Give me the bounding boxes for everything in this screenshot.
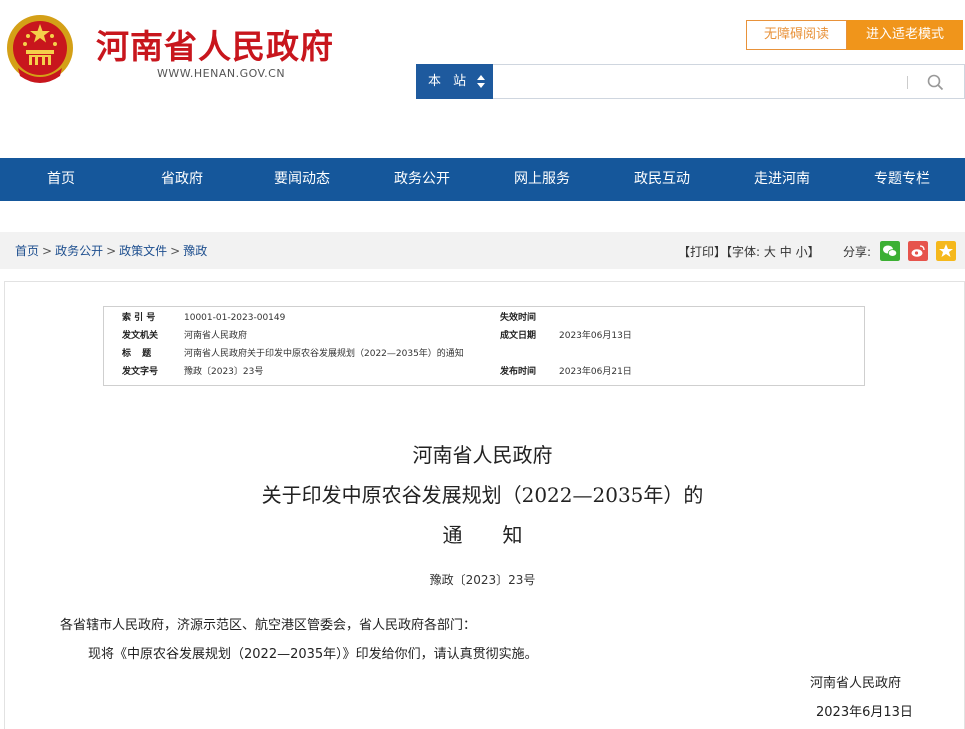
weibo-share-icon[interactable]	[908, 241, 928, 261]
breadcrumb-bar: 首页 > 政务公开 > 政策文件 > 豫政 【打印】【字体: 大 中 小】 分享:	[0, 232, 965, 269]
search-scope-select[interactable]: 本 站	[416, 64, 493, 99]
main-nav: 首页 省政府 要闻动态 政务公开 网上服务 政民互动 走进河南 专题专栏	[0, 158, 965, 201]
wechat-share-icon[interactable]	[880, 241, 900, 261]
breadcrumb: 首页 > 政务公开 > 政策文件 > 豫政	[15, 242, 207, 259]
document-metadata-table: 索 引 号 10001-01-2023-00149 失效时间 发文机关 河南省人…	[103, 306, 865, 386]
signature-date: 2023年6月13日	[816, 705, 913, 720]
favorite-star-icon[interactable]	[936, 241, 956, 261]
meta-row: 索 引 号 10001-01-2023-00149 失效时间	[104, 310, 864, 327]
font-small-button[interactable]: 小	[796, 245, 808, 259]
nav-item-interaction[interactable]: 政民互动	[602, 158, 722, 201]
nav-item-special-topics[interactable]: 专题专栏	[842, 158, 962, 201]
nav-item-province-government[interactable]: 省政府	[122, 158, 242, 201]
breadcrumb-policy-documents[interactable]: 政策文件	[119, 244, 167, 258]
search-input[interactable]	[493, 64, 965, 99]
index-number-value: 10001-01-2023-00149	[184, 313, 286, 323]
search-icon[interactable]	[927, 74, 944, 91]
expire-time-label: 失效时间	[500, 313, 537, 323]
national-emblem-icon[interactable]	[4, 12, 76, 88]
document-number: 豫政〔2023〕23号	[429, 573, 536, 587]
site-url: WWW.HENAN.GOV.CN	[157, 67, 286, 80]
site-header: 河南省人民政府 WWW.HENAN.GOV.CN 无障碍阅读 进入适老模式 本 …	[0, 0, 965, 158]
font-medium-button[interactable]: 中	[780, 245, 792, 259]
recipients-paragraph: 各省辖市人民政府，济源示范区、航空港区管委会，省人民政府各部门：	[60, 618, 477, 633]
nav-item-online-services[interactable]: 网上服务	[482, 158, 602, 201]
document-title-line-3: 通 知	[442, 523, 523, 547]
title-value: 河南省人民政府关于印发中原农谷发展规划（2022—2035年）的通知	[184, 349, 464, 359]
publish-time-label: 发布时间	[500, 367, 537, 377]
meta-row: 标 题 河南省人民政府关于印发中原农谷发展规划（2022—2035年）的通知	[104, 346, 864, 363]
publish-time-value: 2023年06月21日	[559, 367, 632, 377]
written-date-value: 2023年06月13日	[559, 331, 632, 341]
breadcrumb-government-affairs[interactable]: 政务公开	[55, 244, 103, 258]
signature: 河南省人民政府	[810, 676, 902, 691]
print-button[interactable]: 【打印】	[678, 245, 726, 259]
font-large-button[interactable]: 大	[764, 245, 776, 259]
font-size-suffix: 】	[807, 245, 820, 259]
document-number-label: 发文字号	[122, 367, 159, 377]
document-title-line-1: 河南省人民政府	[412, 443, 553, 467]
accessibility-button[interactable]: 无障碍阅读	[746, 20, 847, 50]
updown-arrows-icon	[477, 75, 485, 88]
search-divider	[907, 76, 908, 89]
issuer-label: 发文机关	[122, 331, 159, 341]
font-size-prefix: 【字体:	[726, 245, 761, 259]
nav-item-home[interactable]: 首页	[0, 158, 122, 201]
search-scope-label: 本 站	[428, 74, 471, 89]
meta-row: 发文字号 豫政〔2023〕23号 发布时间 2023年06月21日	[104, 364, 864, 381]
breadcrumb-yuzheng[interactable]: 豫政	[183, 244, 207, 258]
breadcrumb-separator: >	[42, 244, 53, 258]
nav-item-news[interactable]: 要闻动态	[242, 158, 362, 201]
title-label: 标 题	[122, 349, 156, 359]
document-number-value: 豫政〔2023〕23号	[184, 367, 264, 377]
share-label: 分享:	[843, 245, 872, 259]
breadcrumb-separator: >	[106, 244, 117, 258]
issuer-value: 河南省人民政府	[184, 331, 248, 341]
nav-item-about-henan[interactable]: 走进河南	[722, 158, 842, 201]
nav-item-government-affairs[interactable]: 政务公开	[362, 158, 482, 201]
body-paragraph: 现将《中原农谷发展规划（2022—2035年）》印发给你们，请认真贯彻实施。	[88, 647, 538, 662]
breadcrumb-home[interactable]: 首页	[15, 244, 39, 258]
elder-mode-button[interactable]: 进入适老模式	[847, 20, 963, 50]
page-tools: 【打印】【字体: 大 中 小】	[678, 243, 820, 260]
site-title[interactable]: 河南省人民政府	[96, 20, 334, 68]
index-number-label: 索 引 号	[122, 313, 156, 323]
breadcrumb-separator: >	[170, 244, 181, 258]
meta-row: 发文机关 河南省人民政府 成文日期 2023年06月13日	[104, 328, 864, 345]
document-title-line-2: 关于印发中原农谷发展规划（2022—2035年）的	[261, 483, 704, 507]
written-date-label: 成文日期	[500, 331, 537, 341]
